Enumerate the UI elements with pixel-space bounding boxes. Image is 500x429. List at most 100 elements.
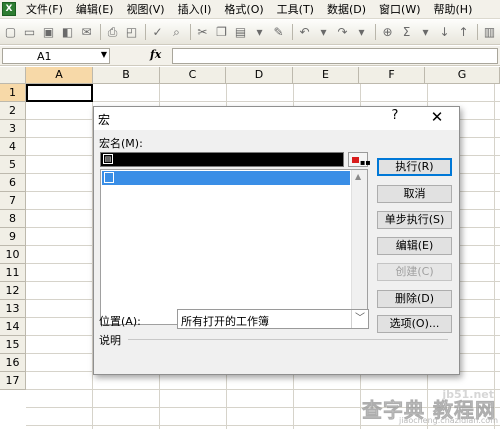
insert-function-icon[interactable]: fx xyxy=(150,48,161,61)
save-icon[interactable]: ▣ xyxy=(40,23,57,41)
excel-app-icon[interactable]: X xyxy=(2,2,16,16)
email-icon[interactable]: ✉ xyxy=(78,23,95,41)
row-header-7[interactable]: 7 xyxy=(0,192,26,210)
column-header-e[interactable]: E xyxy=(293,67,359,84)
column-header-d[interactable]: D xyxy=(226,67,293,84)
cancel-button[interactable]: 取消 xyxy=(377,185,452,203)
autosum-dropdown-icon[interactable]: ▾ xyxy=(417,23,434,41)
list-item-selected[interactable] xyxy=(102,171,350,185)
row-header-13[interactable]: 13 xyxy=(0,300,26,318)
standard-toolbar: ▢ ▭ ▣ ◧ ✉ ⎙ ◰ ✓ ⌕ ✂ ❐ ▤ ▾ ✎ ↶ ▾ ↷ ▾ ⊕ Σ … xyxy=(0,20,500,45)
create-button[interactable]: 创建(C) xyxy=(377,263,452,281)
column-header-f[interactable]: F xyxy=(359,67,425,84)
redo-icon[interactable]: ↷ xyxy=(334,23,351,41)
name-box[interactable]: A1 ▼ xyxy=(2,48,110,64)
help-button[interactable]: ? xyxy=(387,108,403,126)
toolbar-separator xyxy=(292,24,293,40)
macro-list[interactable]: ▲ ▼ xyxy=(100,169,368,325)
name-box-value: A1 xyxy=(37,50,52,63)
description-divider xyxy=(128,339,448,340)
menu-format[interactable]: 格式(O) xyxy=(224,1,263,17)
watermark-sub: jiaocheng.chazidian.com xyxy=(398,416,498,425)
paste-dropdown-icon[interactable]: ▾ xyxy=(251,23,268,41)
formula-input[interactable] xyxy=(172,48,498,64)
paste-icon[interactable]: ▤ xyxy=(232,23,249,41)
range-select-icon xyxy=(352,157,359,163)
delete-button[interactable]: 删除(D) xyxy=(377,290,452,308)
options-button[interactable]: 选项(O)... xyxy=(377,315,452,333)
row-header-1[interactable]: 1 xyxy=(0,84,26,102)
print-preview-icon[interactable]: ◰ xyxy=(123,23,140,41)
menu-help[interactable]: 帮助(H) xyxy=(434,1,473,17)
menu-file[interactable]: 文件(F) xyxy=(26,1,63,17)
row-header-9[interactable]: 9 xyxy=(0,228,26,246)
dialog-body: 宏名(M): ▤ ▪▪ ▲ ▼ 位置(A): 所有打开的工作簿 ﹀ 说明 执行(… xyxy=(94,130,459,374)
description-label: 说明 xyxy=(99,334,121,347)
redo-dropdown-icon[interactable]: ▾ xyxy=(353,23,370,41)
column-header-g[interactable]: G xyxy=(425,67,500,84)
hyperlink-icon[interactable]: ⊕ xyxy=(379,23,396,41)
step-into-button[interactable]: 单步执行(S) xyxy=(377,211,452,229)
row-header-15[interactable]: 15 xyxy=(0,336,26,354)
permission-icon[interactable]: ◧ xyxy=(59,23,76,41)
row-header-8[interactable]: 8 xyxy=(0,210,26,228)
location-select[interactable]: 所有打开的工作簿 ﹀ xyxy=(177,309,369,329)
format-painter-icon[interactable]: ✎ xyxy=(270,23,287,41)
row-header-11[interactable]: 11 xyxy=(0,264,26,282)
row-header-2[interactable]: 2 xyxy=(0,102,26,120)
sort-descending-icon[interactable]: ↑ xyxy=(455,23,472,41)
location-label: 位置(A): xyxy=(99,315,141,328)
open-folder-icon[interactable]: ▭ xyxy=(21,23,38,41)
close-icon[interactable]: ✕ xyxy=(428,108,446,126)
toolbar-separator xyxy=(100,24,102,40)
toolbar-separator xyxy=(477,24,478,40)
range-select-arrow-icon: ▪▪ xyxy=(360,158,371,167)
column-header-b[interactable]: B xyxy=(93,67,160,84)
list-scrollbar[interactable]: ▲ ▼ xyxy=(351,170,367,324)
row-header-10[interactable]: 10 xyxy=(0,246,26,264)
research-icon[interactable]: ⌕ xyxy=(168,23,185,41)
menu-window[interactable]: 窗口(W) xyxy=(379,1,420,17)
toolbar-separator xyxy=(145,24,146,40)
toolbar-separator xyxy=(190,24,191,40)
edit-button[interactable]: 编辑(E) xyxy=(377,237,452,255)
row-header-6[interactable]: 6 xyxy=(0,174,26,192)
row-header-12[interactable]: 12 xyxy=(0,282,26,300)
column-header-a[interactable]: A xyxy=(26,67,93,84)
chart-wizard-icon[interactable]: ▥ xyxy=(481,23,498,41)
spelling-icon[interactable]: ✓ xyxy=(149,23,166,41)
collapse-dialog-button[interactable]: ▪▪ xyxy=(348,152,371,167)
scroll-up-icon[interactable]: ▲ xyxy=(355,172,361,181)
row-header-4[interactable]: 4 xyxy=(0,138,26,156)
select-all-corner[interactable] xyxy=(0,67,26,84)
cut-icon[interactable]: ✂ xyxy=(194,23,211,41)
autosum-icon[interactable]: Σ xyxy=(398,23,415,41)
print-icon[interactable]: ⎙ xyxy=(104,23,121,41)
menu-view[interactable]: 视图(V) xyxy=(126,1,164,17)
row-header-5[interactable]: 5 xyxy=(0,156,26,174)
run-button[interactable]: 执行(R) xyxy=(377,158,452,176)
menu-edit[interactable]: 编辑(E) xyxy=(76,1,114,17)
macro-name-input[interactable]: ▤ xyxy=(100,152,344,167)
dialog-title: 宏 xyxy=(98,113,111,127)
sort-ascending-icon[interactable]: ↓ xyxy=(436,23,453,41)
macro-name-field-icon: ▤ xyxy=(103,154,113,164)
menu-data[interactable]: 数据(D) xyxy=(327,1,366,17)
copy-icon[interactable]: ❐ xyxy=(213,23,230,41)
row-header-14[interactable]: 14 xyxy=(0,318,26,336)
menu-insert[interactable]: 插入(I) xyxy=(178,1,212,17)
row-header-16[interactable]: 16 xyxy=(0,354,26,372)
undo-icon[interactable]: ↶ xyxy=(296,23,313,41)
macro-item-icon xyxy=(104,172,114,183)
menu-bar: X 文件(F) 编辑(E) 视图(V) 插入(I) 格式(O) 工具(T) 数据… xyxy=(0,0,500,19)
new-file-icon[interactable]: ▢ xyxy=(2,23,19,41)
menu-tools[interactable]: 工具(T) xyxy=(277,1,314,17)
name-box-dropdown-icon[interactable]: ▼ xyxy=(101,50,107,59)
row-header-3[interactable]: 3 xyxy=(0,120,26,138)
undo-dropdown-icon[interactable]: ▾ xyxy=(315,23,332,41)
active-cell-a1[interactable] xyxy=(26,84,93,102)
row-header-17[interactable]: 17 xyxy=(0,372,26,390)
macro-name-label: 宏名(M): xyxy=(99,137,143,150)
column-header-c[interactable]: C xyxy=(160,67,226,84)
chevron-down-icon[interactable]: ﹀ xyxy=(351,310,368,328)
